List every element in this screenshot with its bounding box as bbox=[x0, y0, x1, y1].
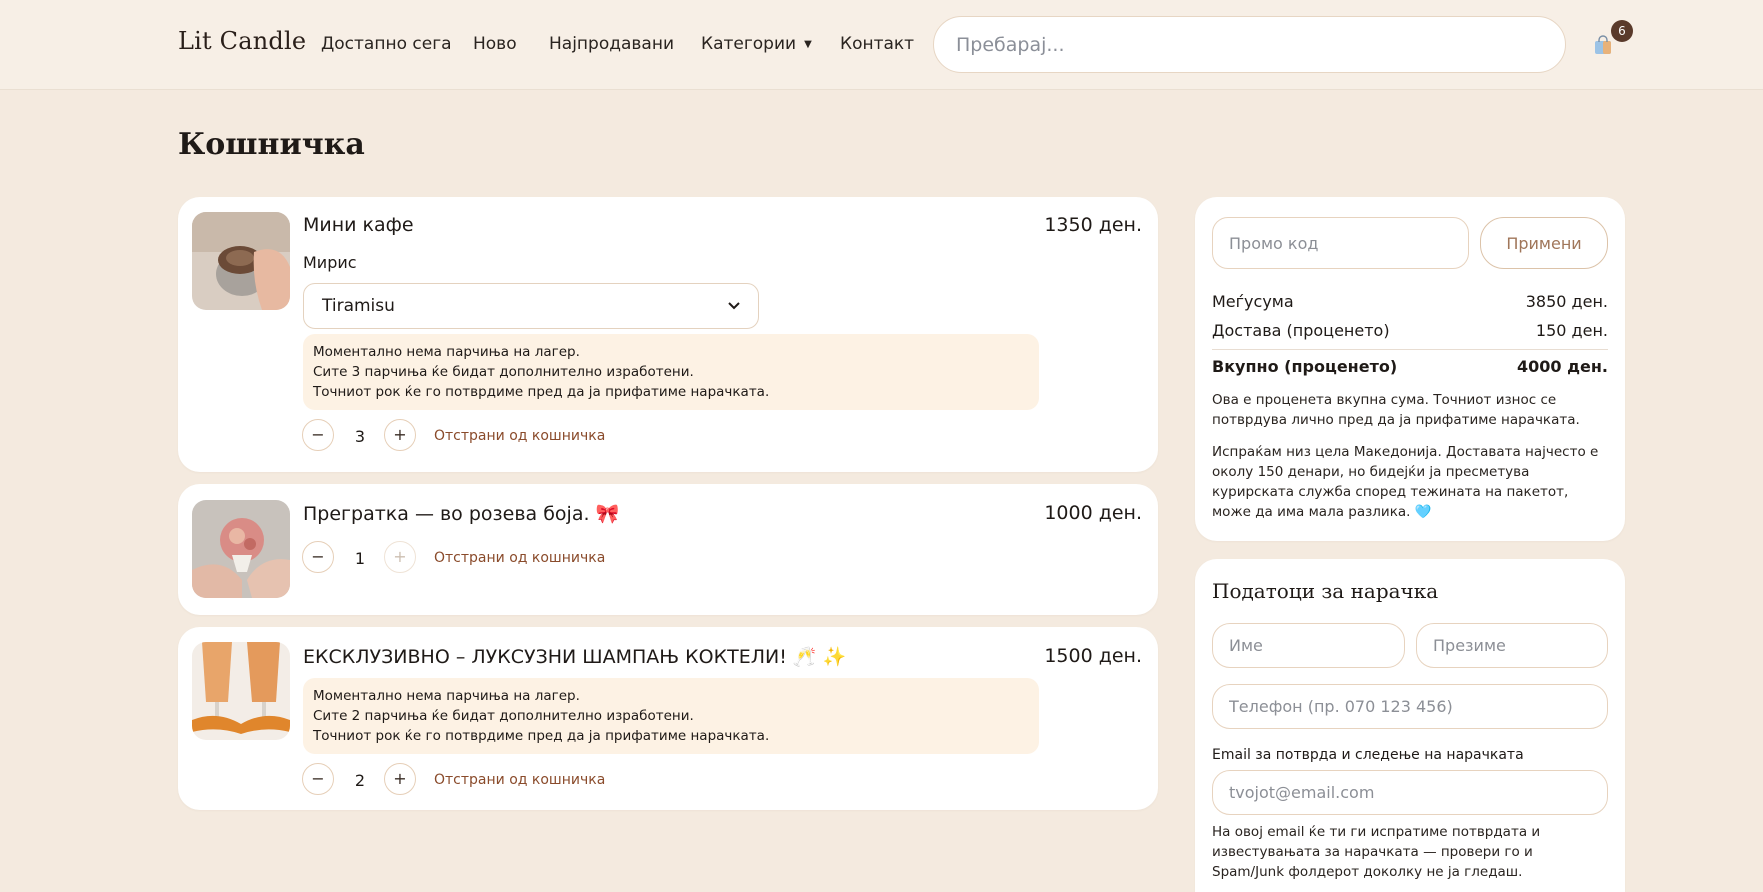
nav-bestsellers[interactable]: Најпродавани bbox=[549, 34, 674, 54]
increase-quantity-button[interactable]: + bbox=[384, 541, 416, 573]
quantity-value: 2 bbox=[354, 771, 366, 790]
order-summary: Примени Меѓусума 3850 ден. Достава (проц… bbox=[1195, 197, 1625, 541]
decrease-quantity-button[interactable]: − bbox=[302, 419, 334, 451]
decrease-quantity-button[interactable]: − bbox=[302, 763, 334, 795]
remove-from-cart-link[interactable]: Отстрани од кошничка bbox=[434, 428, 605, 444]
remove-from-cart-link[interactable]: Отстрани од кошничка bbox=[434, 550, 605, 566]
nav-new[interactable]: Ново bbox=[473, 34, 517, 54]
shopping-bag-icon[interactable] bbox=[1593, 35, 1613, 55]
increase-quantity-button[interactable]: + bbox=[384, 763, 416, 795]
shipping-label: Достава (проценето) bbox=[1212, 321, 1390, 340]
remove-from-cart-link[interactable]: Отстрани од кошничка bbox=[434, 772, 605, 788]
search-input[interactable] bbox=[933, 16, 1566, 73]
shipping-value: 150 ден. bbox=[1535, 321, 1608, 340]
product-image[interactable] bbox=[192, 212, 290, 310]
item-price: 1350 ден. bbox=[1044, 214, 1142, 236]
subtotal-label: Меѓусума bbox=[1212, 292, 1294, 311]
brand-logo[interactable]: Lit Candle bbox=[178, 27, 306, 55]
item-price: 1000 ден. bbox=[1044, 502, 1142, 524]
nav-categories-label: Категории bbox=[701, 34, 797, 54]
notice-line: Сите 2 парчиња ќе бидат дополнително изр… bbox=[313, 708, 694, 724]
increase-quantity-button[interactable]: + bbox=[384, 419, 416, 451]
caret-down-icon: ▼ bbox=[804, 38, 812, 50]
notice-line: Сите 3 парчиња ќе бидат дополнително изр… bbox=[313, 364, 694, 380]
page-title: Кошничка bbox=[178, 127, 365, 162]
apply-promo-button[interactable]: Примени bbox=[1480, 217, 1608, 269]
scent-select[interactable]: Tiramisu bbox=[303, 283, 759, 329]
nav-available-now[interactable]: Достапно сега bbox=[321, 34, 452, 54]
nav-categories[interactable]: Категории ▼ bbox=[701, 34, 812, 54]
summary-divider bbox=[1212, 349, 1608, 350]
order-form-title: Податоци за нарачка bbox=[1212, 579, 1439, 603]
product-image[interactable] bbox=[192, 500, 290, 598]
total-label: Вкупно (проценето) bbox=[1212, 357, 1398, 376]
shipping-note: Испраќам низ цела Македонија. Доставата … bbox=[1212, 444, 1599, 520]
last-name-input[interactable] bbox=[1416, 623, 1608, 668]
notice-line: Моментално нема парчиња на лагер. bbox=[313, 688, 580, 704]
notice-line: Моментално нема парчиња на лагер. bbox=[313, 344, 580, 360]
quantity-value: 3 bbox=[354, 427, 366, 446]
promo-code-input[interactable] bbox=[1212, 217, 1469, 269]
notice-line: Точниот рок ќе го потврдиме пред да ја п… bbox=[313, 384, 770, 400]
stock-notice: Моментално нема парчиња на лагер. Сите 3… bbox=[303, 334, 1039, 410]
stock-notice: Моментално нема парчиња на лагер. Сите 2… bbox=[303, 678, 1039, 754]
cart-item: Мини кафе 1350 ден. Мирис Tiramisu Момен… bbox=[178, 197, 1158, 472]
scent-label: Мирис bbox=[303, 253, 357, 272]
first-name-input[interactable] bbox=[1212, 623, 1405, 668]
estimate-note: Ова е проценета вкупна сума. Точниот изн… bbox=[1212, 392, 1580, 428]
phone-input[interactable] bbox=[1212, 684, 1608, 729]
scent-select-value: Tiramisu bbox=[322, 296, 395, 316]
order-details-form: Податоци за нарачка Email за потврда и с… bbox=[1195, 559, 1625, 892]
top-navbar: Lit Candle Достапно сега Ново Најпродава… bbox=[0, 0, 1763, 90]
nav-contact[interactable]: Контакт bbox=[840, 34, 914, 54]
subtotal-value: 3850 ден. bbox=[1525, 292, 1608, 311]
total-value: 4000 ден. bbox=[1516, 357, 1608, 376]
item-price: 1500 ден. bbox=[1044, 645, 1142, 667]
product-image[interactable] bbox=[192, 642, 290, 740]
item-name[interactable]: Мини кафе bbox=[303, 214, 414, 236]
chevron-down-icon bbox=[728, 302, 740, 310]
email-input[interactable] bbox=[1212, 770, 1608, 815]
cart-item: ЕКСКЛУЗИВНО – ЛУКСУЗНИ ШАМПАЊ КОКТЕЛИ! 🥂… bbox=[178, 627, 1158, 810]
email-note: На овој email ќе ти ги испратиме потврда… bbox=[1212, 824, 1541, 880]
quantity-value: 1 bbox=[354, 549, 366, 568]
item-name[interactable]: Прегратка — во розева боја. 🎀 bbox=[303, 502, 619, 525]
item-name[interactable]: ЕКСКЛУЗИВНО – ЛУКСУЗНИ ШАМПАЊ КОКТЕЛИ! 🥂… bbox=[303, 645, 846, 668]
decrease-quantity-button[interactable]: − bbox=[302, 541, 334, 573]
cart-count-badge: 6 bbox=[1611, 20, 1633, 42]
email-label: Email за потврда и следење на нарачката bbox=[1212, 747, 1524, 763]
notice-line: Точниот рок ќе го потврдиме пред да ја п… bbox=[313, 728, 770, 744]
cart-item: Прегратка — во розева боја. 🎀 1000 ден. … bbox=[178, 484, 1158, 615]
